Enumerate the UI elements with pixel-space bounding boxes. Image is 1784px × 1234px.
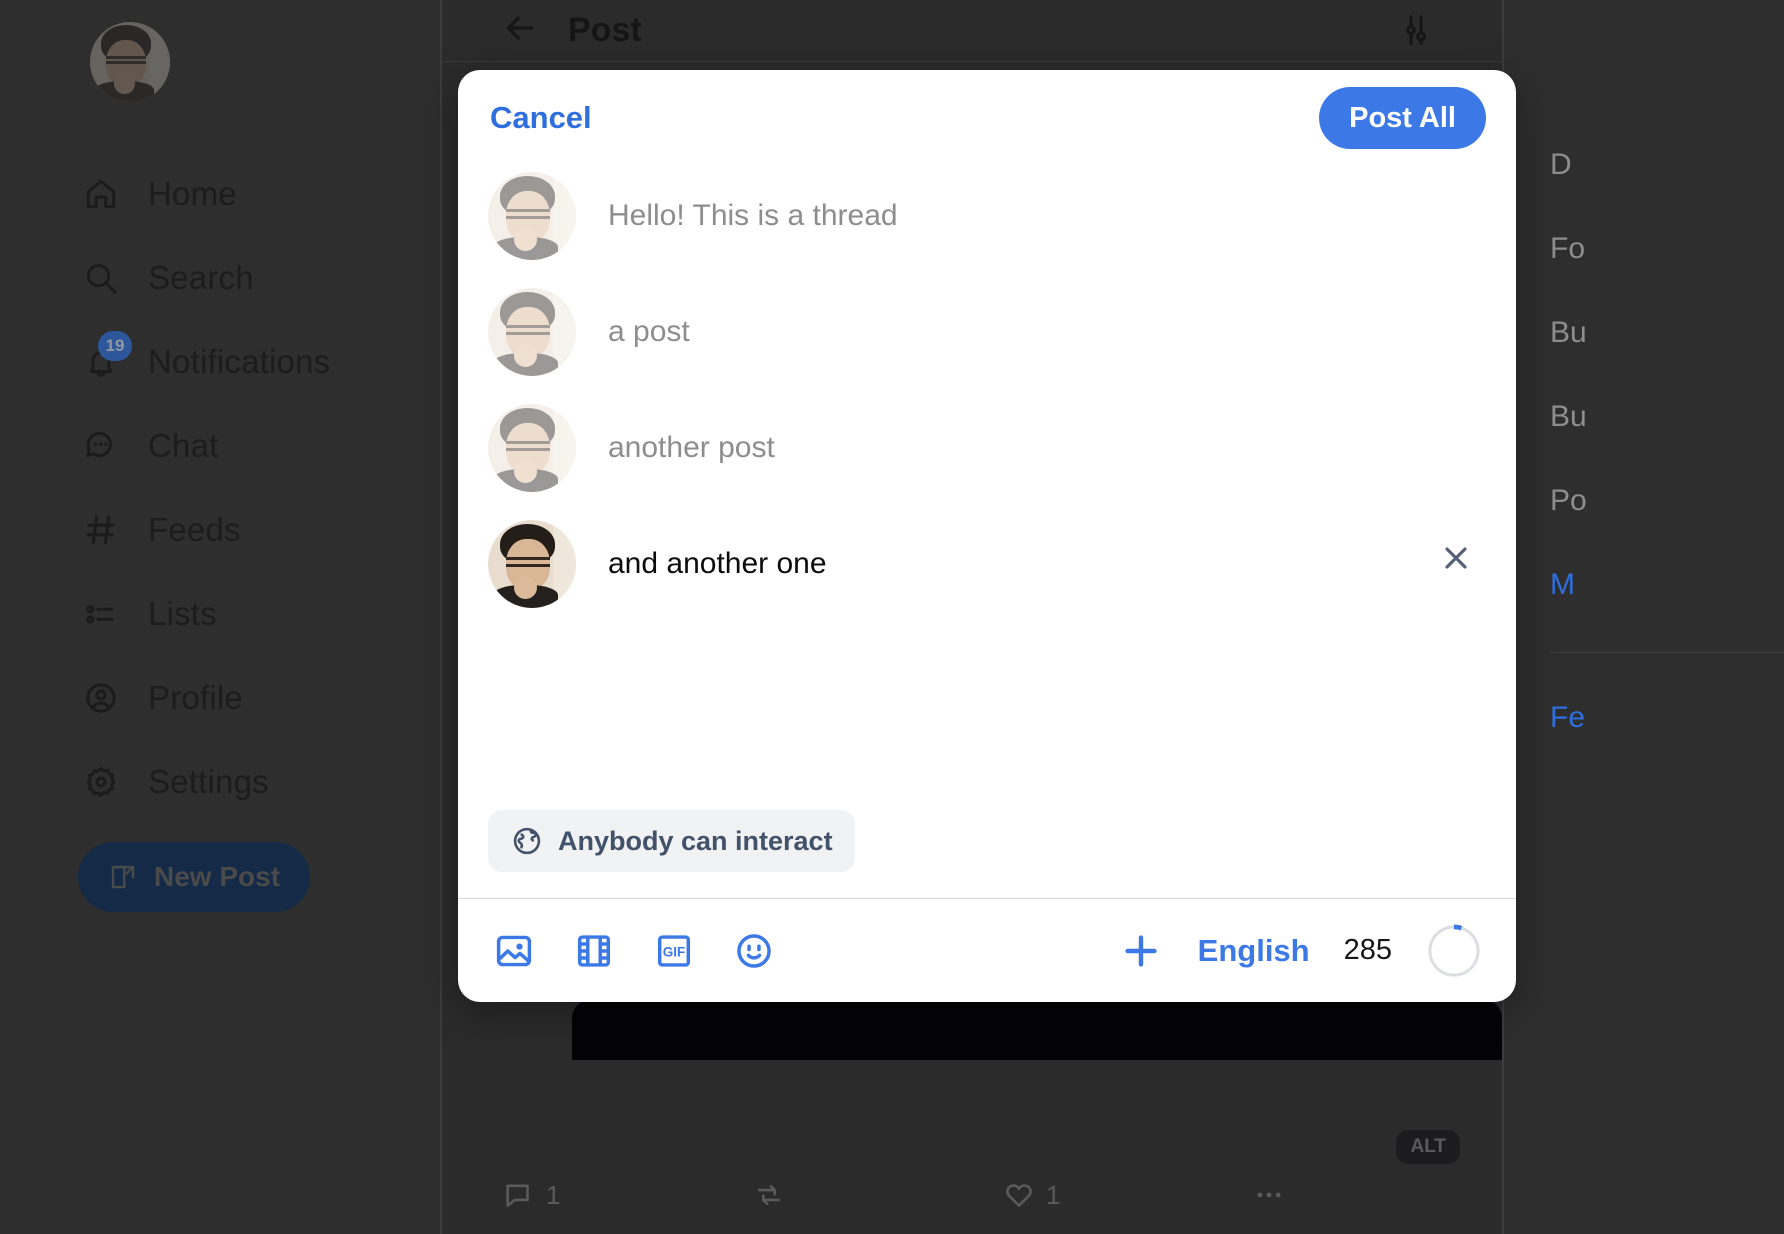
like-button[interactable]: 1 [1002, 1178, 1252, 1212]
repost-button[interactable] [752, 1178, 1002, 1212]
sidebar-item-home[interactable]: Home [0, 152, 440, 236]
sidebar-item-settings[interactable]: Settings [0, 740, 440, 824]
more-button[interactable] [1252, 1178, 1286, 1212]
globe-icon [513, 827, 541, 855]
person-circle-icon [82, 679, 120, 717]
sidebar-item-label: Search [148, 259, 254, 296]
new-post-button[interactable]: New Post [78, 842, 310, 912]
composer-media-buttons: GIF [492, 929, 776, 973]
avatar[interactable] [90, 22, 170, 102]
avatar [488, 520, 576, 608]
sidebar-item-label: Chat [148, 427, 219, 464]
svg-text:GIF: GIF [663, 944, 686, 959]
ellipsis-icon [1257, 1192, 1281, 1198]
sliders-icon[interactable] [1396, 10, 1436, 55]
right-sidebar-item[interactable]: Fo [1550, 232, 1784, 266]
right-sidebar: D Fo Bu Bu Po M Fe [1504, 0, 1784, 1234]
plus-icon [1125, 934, 1157, 967]
new-post-label: New Post [153, 861, 281, 892]
emoji-smiley-icon[interactable] [732, 929, 776, 973]
main-header: Post [442, 0, 1502, 62]
sidebar-item-label: Lists [148, 595, 217, 632]
sidebar-item-notifications[interactable]: 19 Notifications [0, 320, 440, 404]
sidebar-item-label: Home [148, 175, 237, 212]
composer-row-active[interactable]: and another one [488, 514, 1486, 654]
sidebar-item-label: Settings [148, 763, 269, 800]
right-sidebar-item[interactable]: M [1550, 568, 1784, 602]
gif-icon[interactable]: GIF [652, 929, 696, 973]
add-post-button[interactable] [1118, 928, 1164, 974]
list-icon [82, 595, 120, 633]
sidebar-item-feeds[interactable]: Feeds [0, 488, 440, 572]
app-root: Home Search 19 Notifications Chat Feeds … [0, 0, 1784, 1234]
reply-button[interactable]: 1 [502, 1178, 752, 1212]
gear-icon [82, 763, 120, 801]
bell-icon: 19 [82, 331, 132, 381]
cancel-button[interactable]: Cancel [488, 94, 594, 142]
right-sidebar-item[interactable]: Fe [1550, 701, 1784, 735]
modal-header: Cancel Post All [458, 70, 1516, 166]
home-icon [82, 175, 120, 213]
composer-row[interactable]: a post [488, 282, 1486, 398]
heart-icon [1006, 1184, 1032, 1207]
composer-row[interactable]: Hello! This is a thread [488, 166, 1486, 282]
interaction-settings-row: Anybody can interact [458, 794, 1516, 898]
remove-post-button[interactable] [1434, 536, 1478, 580]
interaction-settings-label: Anybody can interact [558, 825, 833, 856]
like-count: 1 [1046, 1179, 1061, 1210]
search-icon [82, 259, 120, 297]
composer-text-active[interactable]: and another one [608, 520, 1486, 584]
composer-right-controls: English 285 [1118, 923, 1482, 979]
post-all-button[interactable]: Post All [1319, 87, 1486, 149]
compose-icon [111, 865, 135, 889]
right-sidebar-item[interactable]: Po [1550, 484, 1784, 518]
right-sidebar-item[interactable]: D [1550, 148, 1784, 182]
right-sidebar-list: D Fo Bu Bu Po M Fe [1550, 148, 1784, 785]
image-icon[interactable] [492, 929, 536, 973]
background-post-image [572, 1000, 1502, 1060]
composer-toolbar: GIF English 285 [458, 898, 1516, 1002]
composer-text[interactable]: a post [608, 288, 1486, 352]
reply-count: 1 [546, 1179, 561, 1210]
right-sidebar-divider [1550, 652, 1784, 653]
avatar [488, 404, 576, 492]
sidebar-item-chat[interactable]: Chat [0, 404, 440, 488]
right-sidebar-item[interactable]: Bu [1550, 400, 1784, 434]
close-icon [1445, 547, 1467, 569]
repost-icon [757, 1185, 781, 1205]
chat-bubble-icon [82, 427, 120, 465]
sidebar-item-profile[interactable]: Profile [0, 656, 440, 740]
character-progress-ring [1426, 923, 1482, 979]
sidebar-item-search[interactable]: Search [0, 236, 440, 320]
character-count: 285 [1343, 934, 1392, 966]
composer-post-list: Hello! This is a thread a post another p… [458, 166, 1516, 794]
post-action-bar: 1 1 [502, 1178, 1502, 1212]
composer-text[interactable]: Hello! This is a thread [608, 172, 1486, 236]
page-title: Post [568, 11, 642, 49]
sidebar-item-lists[interactable]: Lists [0, 572, 440, 656]
language-button[interactable]: English [1198, 933, 1310, 969]
composer-text[interactable]: another post [608, 404, 1486, 468]
composer-row[interactable]: another post [488, 398, 1486, 514]
sidebar-item-label: Profile [148, 679, 243, 716]
arrow-left-icon[interactable] [500, 8, 540, 53]
notification-badge: 19 [98, 331, 132, 361]
hashtag-icon [82, 511, 120, 549]
film-strip-icon[interactable] [572, 929, 616, 973]
avatar [488, 172, 576, 260]
sidebar-nav: Home Search 19 Notifications Chat Feeds … [0, 152, 440, 824]
compose-thread-modal: Cancel Post All Hello! This is a thread … [458, 70, 1516, 1002]
reply-icon [506, 1184, 529, 1207]
interaction-settings-button[interactable]: Anybody can interact [488, 810, 855, 872]
left-sidebar: Home Search 19 Notifications Chat Feeds … [0, 0, 500, 1234]
sidebar-item-label: Notifications [148, 343, 331, 380]
avatar [488, 288, 576, 376]
right-sidebar-item[interactable]: Bu [1550, 316, 1784, 350]
alt-badge[interactable]: ALT [1396, 1130, 1460, 1164]
sidebar-item-label: Feeds [148, 511, 241, 548]
